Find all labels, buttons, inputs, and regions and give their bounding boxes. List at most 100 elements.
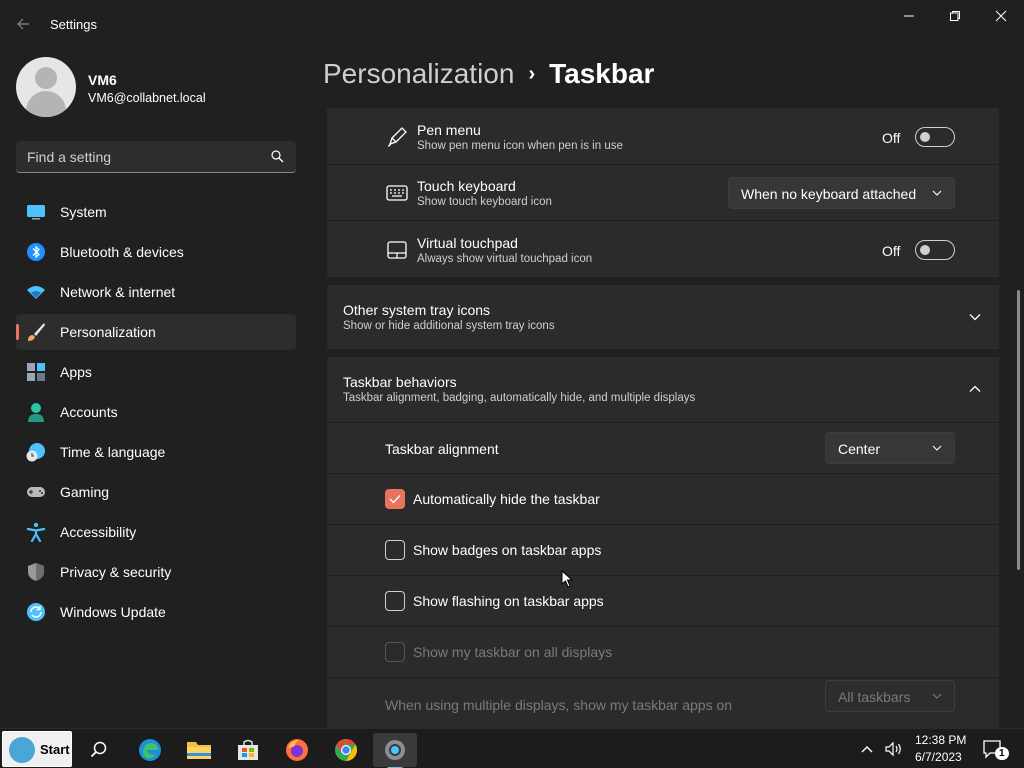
other-tray-title: Other system tray icons bbox=[343, 302, 491, 318]
sidebar-item-personalization[interactable]: Personalization bbox=[16, 314, 296, 350]
auto-hide-checkbox[interactable] bbox=[385, 489, 405, 509]
virtual-touchpad-subtitle: Always show virtual touchpad icon bbox=[417, 253, 593, 265]
taskbar-behaviors-title: Taskbar behaviors bbox=[343, 374, 457, 390]
taskbar-chrome[interactable] bbox=[324, 733, 368, 767]
shield-icon bbox=[28, 563, 44, 581]
file-explorer-icon bbox=[187, 742, 211, 759]
taskbar-alignment-value: Center bbox=[838, 441, 881, 457]
brush-icon bbox=[28, 323, 45, 341]
sidebar-item-privacy-security[interactable]: Privacy & security bbox=[16, 554, 296, 590]
taskbar: Start 12:38 PM 6/7/2023 1 bbox=[0, 728, 1024, 768]
taskbar-behaviors-header[interactable]: Taskbar behaviors Taskbar alignment, bad… bbox=[327, 357, 999, 422]
virtual-touchpad-toggle[interactable] bbox=[915, 240, 955, 260]
system-icon bbox=[27, 205, 45, 220]
sidebar-item-bluetooth[interactable]: Bluetooth & devices bbox=[16, 234, 296, 270]
multi-display-dropdown[interactable]: All taskbars bbox=[825, 680, 955, 712]
profile-name: VM6 bbox=[88, 72, 117, 88]
account-icon bbox=[28, 403, 44, 422]
sidebar-item-accounts[interactable]: Accounts bbox=[16, 394, 296, 430]
keyboard-icon bbox=[386, 185, 408, 201]
sidebar-item-network[interactable]: Network & internet bbox=[16, 274, 296, 310]
sidebar-item-label: Windows Update bbox=[60, 604, 166, 620]
all-displays-checkbox[interactable] bbox=[385, 642, 405, 662]
store-icon bbox=[238, 739, 258, 760]
sidebar-item-label: Privacy & security bbox=[60, 564, 172, 580]
sidebar-item-accessibility[interactable]: Accessibility bbox=[16, 514, 296, 550]
notification-count: 1 bbox=[995, 747, 1009, 760]
mouse-cursor-icon bbox=[561, 570, 573, 588]
taskbar-file-explorer[interactable] bbox=[177, 733, 221, 767]
avatar bbox=[16, 57, 76, 117]
clock[interactable]: 12:38 PM 6/7/2023 bbox=[915, 732, 966, 766]
taskbar-behaviors-subtitle: Taskbar alignment, badging, automaticall… bbox=[343, 392, 696, 404]
sidebar-item-label: Network & internet bbox=[60, 284, 176, 300]
taskbar-settings[interactable] bbox=[373, 733, 417, 768]
multi-display-value: All taskbars bbox=[838, 689, 911, 705]
badges-checkbox[interactable] bbox=[385, 540, 405, 560]
other-tray-subtitle: Show or hide additional system tray icon… bbox=[343, 320, 555, 332]
chevron-down-icon bbox=[932, 693, 942, 699]
apps-icon bbox=[27, 363, 45, 381]
sidebar-item-windows-update[interactable]: Windows Update bbox=[16, 594, 296, 630]
sidebar-item-system[interactable]: System bbox=[16, 194, 296, 230]
other-tray-icons-card[interactable]: Other system tray icons Show or hide add… bbox=[327, 285, 999, 349]
back-arrow-icon bbox=[17, 18, 29, 30]
sidebar-item-time-language[interactable]: Time & language bbox=[16, 434, 296, 470]
pen-menu-title: Pen menu bbox=[417, 122, 481, 138]
search-placeholder: Find a setting bbox=[27, 149, 112, 165]
profile-email: VM6@collabnet.local bbox=[88, 91, 206, 105]
app-title: Settings bbox=[50, 17, 97, 32]
breadcrumb-parent[interactable]: Personalization bbox=[323, 58, 514, 89]
sidebar-item-label: Personalization bbox=[60, 324, 156, 340]
chevron-down-icon bbox=[969, 314, 981, 321]
notification-button[interactable]: 1 bbox=[982, 729, 1009, 768]
scrollbar[interactable] bbox=[1017, 290, 1020, 570]
touch-keyboard-subtitle: Show touch keyboard icon bbox=[417, 196, 552, 208]
wifi-icon bbox=[27, 286, 45, 299]
sidebar-item-gaming[interactable]: Gaming bbox=[16, 474, 296, 510]
multi-display-label: When using multiple displays, show my ta… bbox=[385, 697, 733, 713]
pen-menu-state-label: Off bbox=[882, 130, 901, 146]
pen-icon bbox=[387, 127, 407, 147]
close-icon bbox=[995, 10, 1007, 22]
clock-date: 6/7/2023 bbox=[915, 750, 962, 764]
sidebar-item-apps[interactable]: Apps bbox=[16, 354, 296, 390]
restore-button[interactable] bbox=[932, 0, 978, 32]
taskbar-store[interactable] bbox=[226, 733, 270, 767]
start-button[interactable]: Start bbox=[2, 731, 72, 767]
sidebar-item-label: Accounts bbox=[60, 404, 118, 420]
pen-menu-subtitle: Show pen menu icon when pen is in use bbox=[417, 140, 623, 152]
badges-label: Show badges on taskbar apps bbox=[413, 542, 602, 558]
taskbar-search[interactable] bbox=[77, 733, 121, 767]
sidebar-item-label: Bluetooth & devices bbox=[60, 244, 184, 260]
sidebar-item-label: Accessibility bbox=[60, 524, 137, 540]
auto-hide-label: Automatically hide the taskbar bbox=[413, 491, 600, 507]
sidebar-nav: System Bluetooth & devices Network & int… bbox=[16, 194, 296, 634]
virtual-touchpad-state-label: Off bbox=[882, 243, 901, 259]
touch-keyboard-dropdown[interactable]: When no keyboard attached bbox=[728, 177, 955, 209]
taskbar-edge[interactable] bbox=[128, 733, 172, 767]
search-icon bbox=[90, 741, 107, 758]
settings-icon bbox=[385, 740, 405, 760]
flashing-checkbox[interactable] bbox=[385, 591, 405, 611]
settings-panel: Pen menu Show pen menu icon when pen is … bbox=[327, 108, 999, 728]
start-label: Start bbox=[40, 742, 70, 757]
close-button[interactable] bbox=[978, 0, 1024, 32]
restore-icon bbox=[950, 11, 960, 21]
gamepad-icon bbox=[27, 487, 45, 497]
tray-expand[interactable] bbox=[860, 729, 874, 768]
chevron-down-icon bbox=[932, 445, 942, 451]
sidebar-item-label: Gaming bbox=[60, 484, 110, 500]
taskbar-firefox[interactable] bbox=[275, 733, 319, 767]
volume-button[interactable] bbox=[884, 729, 904, 768]
search-icon bbox=[271, 150, 284, 163]
title-bar: Settings bbox=[0, 0, 1024, 48]
back-button[interactable] bbox=[10, 12, 36, 36]
minimize-button[interactable] bbox=[886, 0, 932, 32]
chevron-up-icon bbox=[861, 746, 873, 753]
pen-menu-toggle[interactable] bbox=[915, 127, 955, 147]
chrome-icon bbox=[335, 739, 357, 761]
taskbar-alignment-dropdown[interactable]: Center bbox=[825, 432, 955, 464]
chevron-down-icon bbox=[932, 190, 942, 196]
search-input[interactable]: Find a setting bbox=[16, 141, 296, 173]
